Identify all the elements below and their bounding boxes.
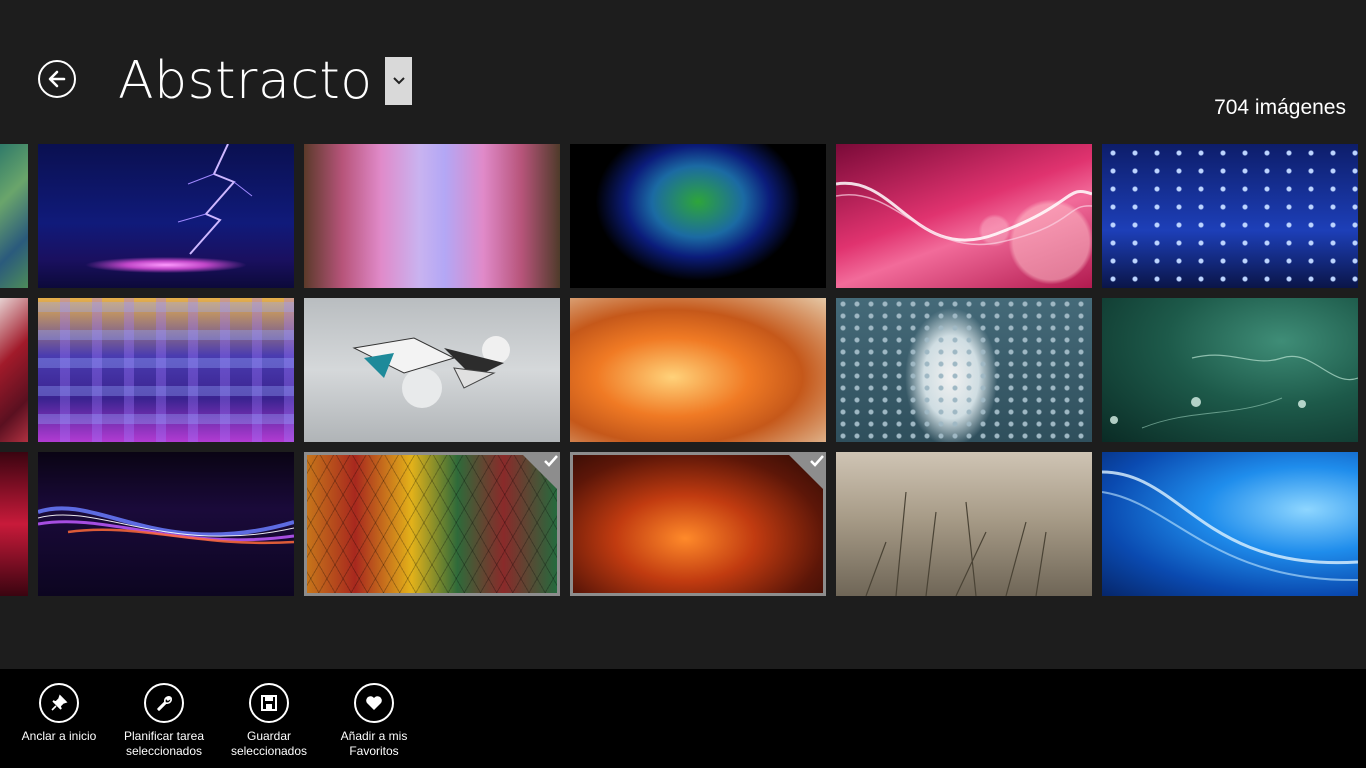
wallpaper-tile[interactable] — [0, 298, 28, 442]
wallpaper-tile[interactable] — [1102, 298, 1358, 442]
command-label: Añadir a mis Favoritos — [340, 729, 408, 758]
wallpaper-tile[interactable] — [38, 144, 294, 288]
wallpaper-tile[interactable] — [836, 144, 1092, 288]
command-label: Guardar seleccionados — [230, 729, 308, 758]
selection-check — [520, 452, 560, 492]
grass-shape — [865, 491, 1047, 596]
wallpaper-tile[interactable] — [1102, 144, 1358, 288]
schedule-task-button[interactable]: Planificar tarea seleccionados — [109, 683, 219, 759]
save-icon — [249, 683, 289, 723]
pin-to-start-button[interactable]: Anclar a inicio — [4, 683, 114, 744]
wallpaper-tile[interactable] — [38, 298, 294, 442]
selection-check — [786, 452, 826, 492]
wallpaper-tile[interactable] — [1102, 452, 1358, 596]
wallpaper-tile-selected[interactable] — [304, 452, 560, 596]
light-waves-shape — [38, 506, 294, 545]
wallpaper-tile[interactable] — [570, 144, 826, 288]
heart-icon — [354, 683, 394, 723]
image-grid — [0, 0, 1366, 640]
wallpaper-tile[interactable] — [38, 452, 294, 596]
wave-lines-shape — [836, 181, 1092, 246]
checkmark-icon — [544, 455, 558, 467]
wallpaper-tile[interactable] — [836, 298, 1092, 442]
checkmark-icon — [810, 455, 824, 467]
wallpaper-tile[interactable] — [304, 144, 560, 288]
wallpaper-tile[interactable] — [836, 452, 1092, 596]
swirl-shape — [1102, 470, 1358, 582]
wallpaper-tile[interactable] — [570, 298, 826, 442]
wrench-icon — [144, 683, 184, 723]
app-bar: Anclar a inicio Planificar tarea selecci… — [0, 669, 1366, 768]
wallpaper-tile-selected[interactable] — [570, 452, 826, 596]
lightning-shape — [177, 144, 253, 255]
command-label: Planificar tarea seleccionados — [123, 729, 205, 758]
save-selected-button[interactable]: Guardar seleccionados — [214, 683, 324, 759]
shards-shape — [352, 336, 510, 408]
pin-icon — [39, 683, 79, 723]
wallpaper-tile[interactable] — [0, 144, 28, 288]
command-label: Anclar a inicio — [21, 729, 97, 743]
wallpaper-tile[interactable] — [0, 452, 28, 596]
wallpaper-tile[interactable] — [304, 298, 560, 442]
add-to-favorites-button[interactable]: Añadir a mis Favoritos — [319, 683, 429, 759]
water-drops-shape — [1110, 354, 1358, 429]
